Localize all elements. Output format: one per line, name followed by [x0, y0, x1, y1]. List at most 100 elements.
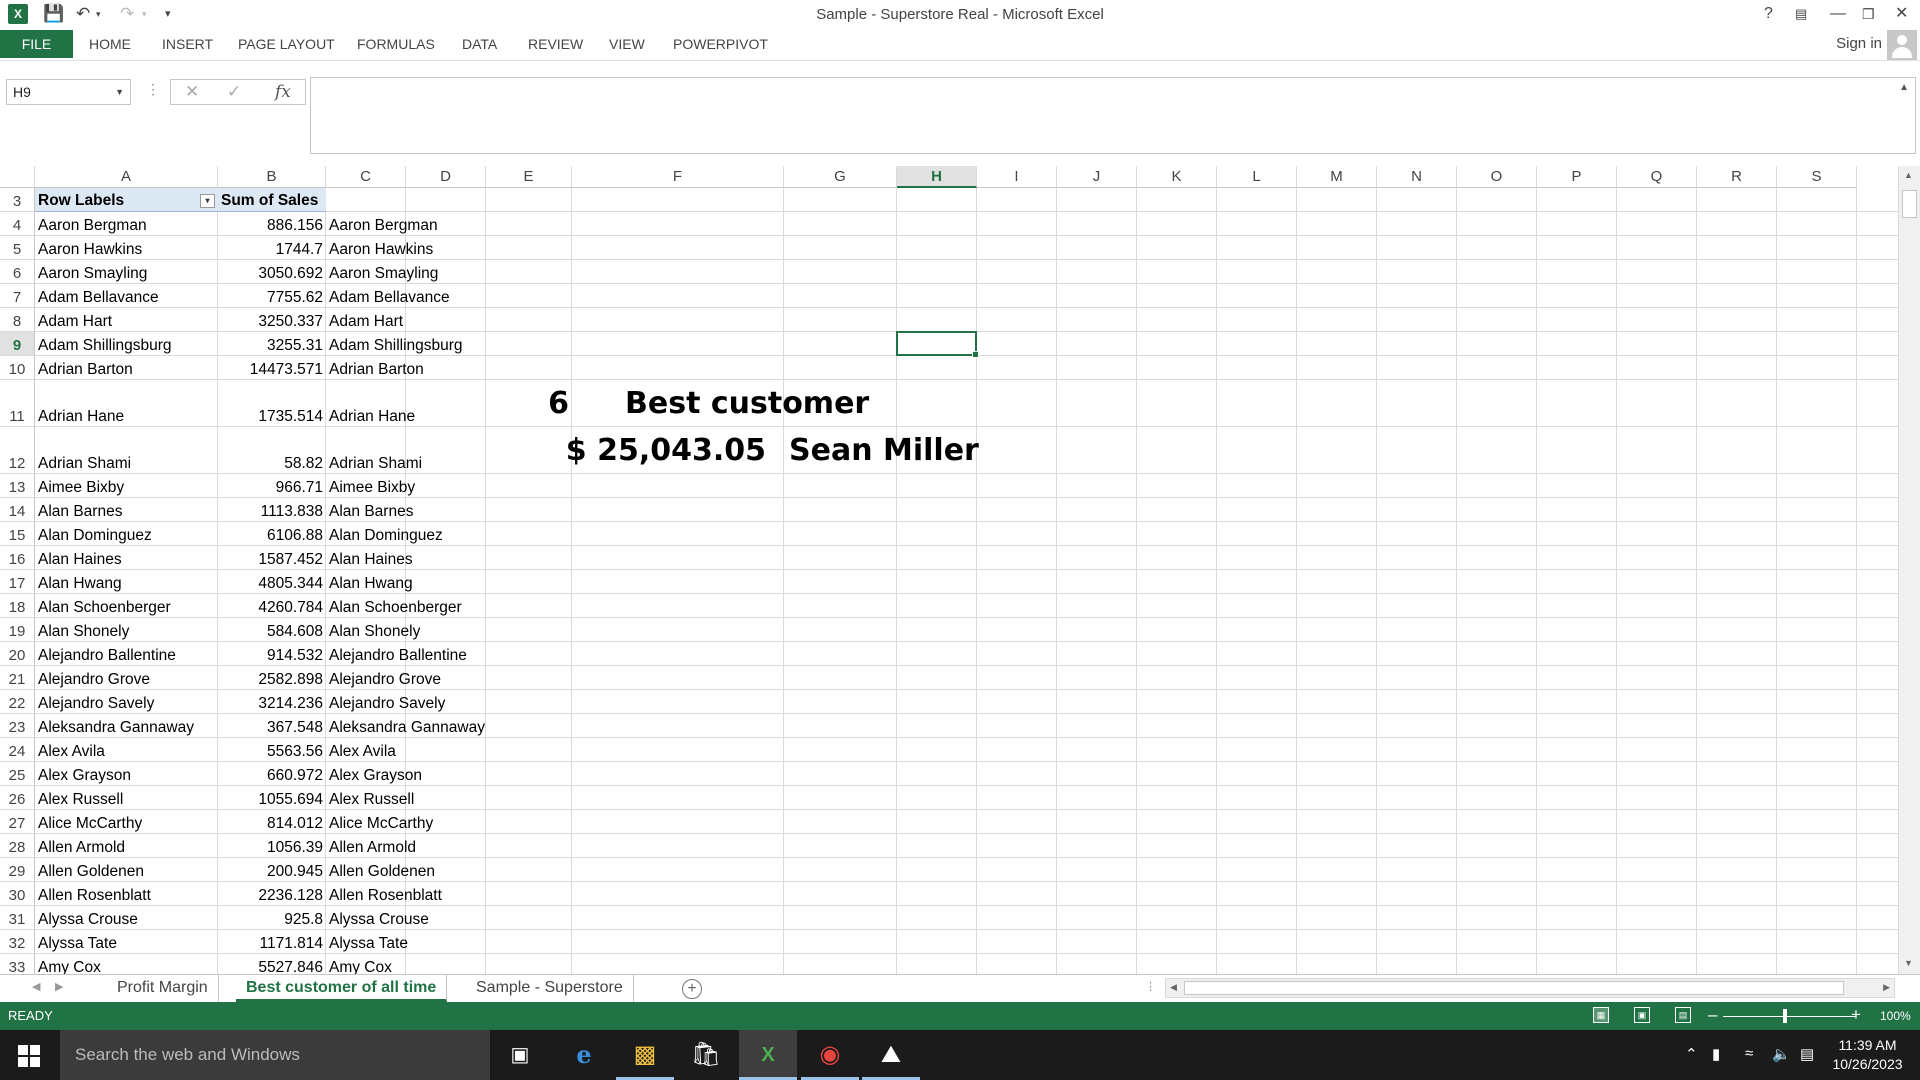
row-header-4[interactable]: 4	[0, 212, 35, 236]
photos-icon[interactable]: ⛰	[862, 1030, 920, 1080]
pivot-row-label[interactable]: Allen Rosenblatt	[35, 882, 218, 906]
minimize-icon[interactable]: —	[1830, 3, 1846, 25]
tab-page-layout[interactable]: PAGE LAYOUT	[238, 30, 335, 58]
cell-c-name[interactable]: Allen Rosenblatt	[326, 882, 486, 906]
pivot-row-label[interactable]: Alyssa Tate	[35, 930, 218, 954]
pivot-sum-value[interactable]: 58.82	[218, 427, 326, 474]
pivot-sum-value[interactable]: 7755.62	[218, 284, 326, 308]
column-header-e[interactable]: E	[486, 166, 572, 188]
pivot-sum-value[interactable]: 4260.784	[218, 594, 326, 618]
pivot-row-label[interactable]: Aimee Bixby	[35, 474, 218, 498]
column-header-c[interactable]: C	[326, 166, 406, 188]
tab-view[interactable]: VIEW	[609, 30, 645, 58]
pivot-row-label[interactable]: Allen Goldenen	[35, 858, 218, 882]
pivot-sum-value[interactable]: 200.945	[218, 858, 326, 882]
row-header-20[interactable]: 20	[0, 642, 35, 666]
column-header-f[interactable]: F	[572, 166, 784, 188]
column-header-i[interactable]: I	[977, 166, 1057, 188]
cell-c-name[interactable]: Alan Hwang	[326, 570, 486, 594]
pivot-row-label[interactable]: Alice McCarthy	[35, 810, 218, 834]
zoom-slider-knob[interactable]	[1783, 1009, 1787, 1023]
row-header-31[interactable]: 31	[0, 906, 35, 930]
file-explorer-icon[interactable]: ▩	[616, 1030, 674, 1080]
enter-icon[interactable]: ✓	[227, 82, 241, 102]
column-header-d[interactable]: D	[406, 166, 486, 188]
page-layout-view-icon[interactable]: ▣	[1634, 1007, 1650, 1023]
cell-c-name[interactable]: Adam Bellavance	[326, 284, 486, 308]
pivot-row-label[interactable]: Adam Hart	[35, 308, 218, 332]
pivot-sum-value[interactable]: 1587.452	[218, 546, 326, 570]
pivot-sum-value[interactable]: 3050.692	[218, 260, 326, 284]
insert-function-icon[interactable]: fx	[275, 82, 291, 102]
scroll-down-icon[interactable]: ▼	[1904, 958, 1913, 968]
pivot-row-label[interactable]: Adrian Hane	[35, 380, 218, 427]
zoom-in-icon[interactable]: +	[1851, 1005, 1861, 1025]
tab-review[interactable]: REVIEW	[528, 30, 583, 58]
sheet-tab-profit-margin[interactable]: Profit Margin	[107, 975, 219, 1002]
column-header-o[interactable]: O	[1457, 166, 1537, 188]
row-header-27[interactable]: 27	[0, 810, 35, 834]
row-header-17[interactable]: 17	[0, 570, 35, 594]
formula-input[interactable]: ▲	[310, 77, 1916, 154]
next-sheet-icon[interactable]: ▶	[55, 980, 63, 993]
pivot-sum-value[interactable]: 1113.838	[218, 498, 326, 522]
column-header-n[interactable]: N	[1377, 166, 1457, 188]
scroll-up-icon[interactable]: ▲	[1904, 170, 1913, 180]
pivot-row-label[interactable]: Aaron Smayling	[35, 260, 218, 284]
pivot-sum-value[interactable]: 886.156	[218, 212, 326, 236]
chevron-down-icon[interactable]: ▼	[115, 80, 124, 104]
column-header-s[interactable]: S	[1777, 166, 1857, 188]
row-header-7[interactable]: 7	[0, 284, 35, 308]
cell-c-name[interactable]: Alan Schoenberger	[326, 594, 486, 618]
pivot-sum-value[interactable]: 584.608	[218, 618, 326, 642]
sheet-tab-sample-superstore[interactable]: Sample - Superstore	[466, 975, 634, 1002]
row-header-24[interactable]: 24	[0, 738, 35, 762]
pivot-row-label[interactable]: Alejandro Savely	[35, 690, 218, 714]
tab-insert[interactable]: INSERT	[162, 30, 213, 58]
cell-c-name[interactable]: Alejandro Savely	[326, 690, 486, 714]
cell-c-name[interactable]: Alan Barnes	[326, 498, 486, 522]
pivot-sum-value[interactable]: 3250.337	[218, 308, 326, 332]
windows-start-icon[interactable]	[18, 1045, 40, 1067]
restore-icon[interactable]: ❐	[1862, 3, 1875, 25]
pivot-row-label[interactable]: Adrian Shami	[35, 427, 218, 474]
cell-c-name[interactable]: Alejandro Grove	[326, 666, 486, 690]
column-header-h[interactable]: H	[897, 166, 977, 188]
select-all-corner[interactable]	[0, 166, 35, 188]
pivot-row-label[interactable]: Alex Grayson	[35, 762, 218, 786]
cell-c-name[interactable]: Adrian Barton	[326, 356, 486, 380]
pivot-sum-value[interactable]: 1171.814	[218, 930, 326, 954]
cell-c-name[interactable]: Alejandro Ballentine	[326, 642, 486, 666]
pivot-row-label[interactable]: Alex Russell	[35, 786, 218, 810]
excel-taskbar-icon[interactable]: X	[739, 1030, 797, 1080]
cancel-icon[interactable]: ✕	[185, 82, 199, 102]
user-avatar-icon[interactable]	[1887, 30, 1917, 60]
horizontal-scroll-thumb[interactable]	[1184, 981, 1844, 995]
cell-e11-rank[interactable]: 6	[486, 380, 572, 427]
scroll-right-icon[interactable]: ▶	[1883, 982, 1890, 993]
vertical-scroll-thumb[interactable]	[1902, 190, 1917, 218]
pivot-sum-value[interactable]: 4805.344	[218, 570, 326, 594]
pivot-sum-value[interactable]: 925.8	[218, 906, 326, 930]
row-header-5[interactable]: 5	[0, 236, 35, 260]
cell-c-name[interactable]: Alice McCarthy	[326, 810, 486, 834]
cell-c-name[interactable]: Adam Shillingsburg	[326, 332, 486, 356]
cell-c-name[interactable]: Amy Cox	[326, 954, 486, 974]
taskbar-search-box[interactable]: Search the web and Windows	[60, 1030, 490, 1080]
pivot-row-label[interactable]: Alan Hwang	[35, 570, 218, 594]
cell-c-name[interactable]: Aaron Bergman	[326, 212, 486, 236]
store-icon[interactable]: 🛍	[677, 1030, 735, 1080]
row-header-12[interactable]: 12	[0, 427, 35, 474]
pivot-sum-value[interactable]: 814.012	[218, 810, 326, 834]
volume-icon[interactable]: 🔈	[1772, 1045, 1791, 1063]
pivot-sum-value[interactable]: 2582.898	[218, 666, 326, 690]
pivot-row-label[interactable]: Alejandro Ballentine	[35, 642, 218, 666]
pivot-sum-value[interactable]: 914.532	[218, 642, 326, 666]
taskbar-clock[interactable]: 11:39 AM 10/26/2023	[1820, 1036, 1915, 1074]
pivot-row-label[interactable]: Allen Armold	[35, 834, 218, 858]
column-header-m[interactable]: M	[1297, 166, 1377, 188]
row-header-3[interactable]: 3	[0, 188, 35, 212]
edge-browser-icon[interactable]: e	[555, 1030, 613, 1080]
pivot-sum-value[interactable]: 3255.31	[218, 332, 326, 356]
collapse-formula-bar-icon[interactable]: ▲	[1899, 82, 1909, 93]
